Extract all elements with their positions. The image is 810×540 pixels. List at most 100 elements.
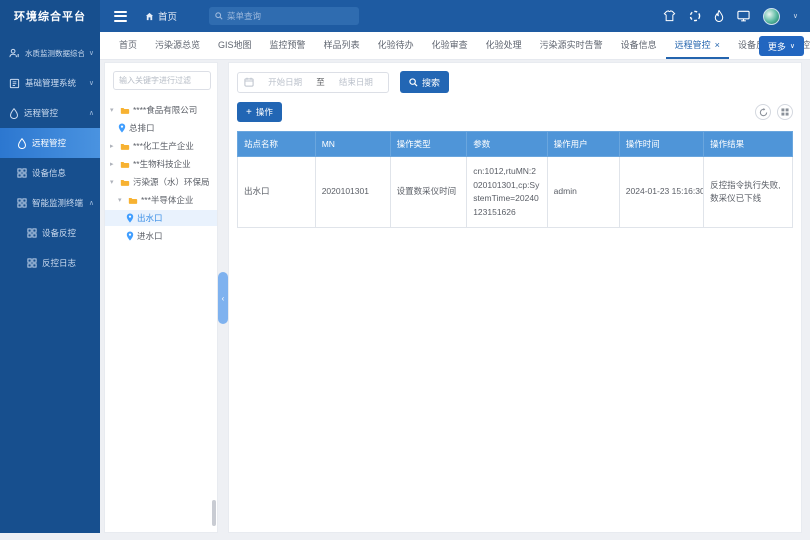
tree-node-inflow[interactable]: 进水口 xyxy=(105,228,217,244)
caret-right-icon[interactable]: ▸ xyxy=(110,142,117,150)
collapse-left-icon: ‹ xyxy=(222,294,225,303)
map-pin-icon xyxy=(126,213,134,223)
tree-node-semiconductor[interactable]: ▾ ***半导体企业 xyxy=(105,192,217,208)
tree-node-label: ***半导体企业 xyxy=(141,194,193,206)
column-settings-icon xyxy=(781,108,789,116)
start-date-input[interactable]: 开始日期 xyxy=(259,76,311,88)
tree-node-label: 出水口 xyxy=(137,212,163,224)
droplet-icon xyxy=(17,138,27,149)
tab-remote-control-active[interactable]: 远程管控× xyxy=(666,32,729,59)
tree-node-outlet[interactable]: 总排口 xyxy=(105,120,217,136)
tree-filter-input[interactable] xyxy=(113,71,211,90)
close-tab-icon[interactable]: × xyxy=(715,40,720,50)
top-header-bar: 环境综合平台 首页 菜单查询 ∨ xyxy=(0,0,810,32)
folder-icon xyxy=(120,142,130,151)
cell-operation-result: 反控指令执行失败,数采仪已下线 xyxy=(704,157,793,228)
tree-node-label: 污染源（水）环保局 xyxy=(133,176,210,188)
user-menu-chevron-icon[interactable]: ∨ xyxy=(793,12,798,20)
tree-node-bio-company[interactable]: ▸ **生物科技企业 xyxy=(105,156,217,172)
col-operation-type: 操作类型 xyxy=(390,132,467,157)
column-settings-button[interactable] xyxy=(777,104,793,120)
home-shortcut[interactable]: 首页 xyxy=(145,9,177,23)
search-button[interactable]: 搜索 xyxy=(400,71,449,93)
more-tabs-button[interactable]: 更多 ∨ xyxy=(759,36,804,56)
sidebar-item-water-analysis[interactable]: 水质监测数据综合分析 ∨ xyxy=(0,38,100,68)
tree-node-company[interactable]: ▾ ****食品有限公司 xyxy=(105,102,217,118)
tab-pollution-overview[interactable]: 污染源总览 xyxy=(146,32,209,59)
sidebar-item-remote-control-group[interactable]: 远程管控 ∧ xyxy=(0,98,100,128)
tab-lab-todo[interactable]: 化验待办 xyxy=(369,32,423,59)
menu-search-input[interactable]: 菜单查询 xyxy=(209,7,359,25)
cell-params: cn:1012,rtuMN:2020101301,cp:SystemTime=2… xyxy=(467,157,547,228)
tree-node-label: ***化工生产企业 xyxy=(133,140,194,152)
date-range-separator: 至 xyxy=(316,76,325,88)
main-content-panel: 开始日期 至 结束日期 搜索 + 操作 xyxy=(228,62,802,533)
sidebar-item-label: 反控日志 xyxy=(42,257,94,269)
sidebar-item-label: 远程管控 xyxy=(32,137,94,149)
tab-home[interactable]: 首页 xyxy=(110,32,146,59)
panel-collapse-handle[interactable]: ‹ xyxy=(218,272,228,324)
home-label: 首页 xyxy=(158,9,177,23)
tab-realtime-alarm[interactable]: 污染源实时告警 xyxy=(531,32,612,59)
theme-shirt-icon[interactable] xyxy=(663,10,676,22)
tree-node-label: 进水口 xyxy=(137,230,163,242)
tree-scrollbar[interactable] xyxy=(212,500,216,526)
analysis-icon xyxy=(9,48,20,59)
tab-sample-list[interactable]: 样品列表 xyxy=(315,32,369,59)
sidebar-item-label: 远程管控 xyxy=(24,107,84,119)
operate-button[interactable]: + 操作 xyxy=(237,102,282,122)
folder-icon xyxy=(120,178,130,187)
col-site-name: 站点名称 xyxy=(238,132,316,157)
cell-operator: admin xyxy=(547,157,619,228)
tab-lab-review[interactable]: 化验审查 xyxy=(423,32,477,59)
chevron-down-icon: ∨ xyxy=(790,42,795,50)
tab-monitor-warning[interactable]: 监控预警 xyxy=(261,32,315,59)
sidebar-item-device-reverse[interactable]: 设备反控 xyxy=(0,218,100,248)
sidebar-item-remote-control[interactable]: 远程管控 xyxy=(0,128,100,158)
col-mn: MN xyxy=(315,132,390,157)
sidebar-item-smart-terminal[interactable]: 智能监测终端 ∧ xyxy=(0,188,100,218)
sidebar-item-label: 设备反控 xyxy=(42,227,94,239)
caret-down-icon[interactable]: ▾ xyxy=(110,106,117,114)
user-avatar[interactable] xyxy=(763,8,780,25)
table-row[interactable]: 出水口 2020101301 设置数采仪时间 cn:1012,rtuMN:202… xyxy=(238,157,793,228)
sidebar-item-label: 设备信息 xyxy=(32,167,94,179)
flame-icon[interactable] xyxy=(714,10,724,22)
grid-icon xyxy=(27,258,37,268)
table-header-row: 站点名称 MN 操作类型 参数 操作用户 操作时间 操作结果 xyxy=(238,132,793,157)
col-operation-time: 操作时间 xyxy=(619,132,703,157)
refresh-button[interactable] xyxy=(755,104,771,120)
tree-node-outflow-selected[interactable]: 出水口 xyxy=(105,210,217,226)
map-pin-icon xyxy=(118,123,126,133)
chevron-up-icon: ∧ xyxy=(89,109,94,117)
end-date-input[interactable]: 结束日期 xyxy=(330,76,382,88)
sidebar-item-reverse-log[interactable]: 反控日志 xyxy=(0,248,100,278)
sidebar-item-base-system[interactable]: 基础管理系统 ∨ xyxy=(0,68,100,98)
sidebar-item-label: 智能监测终端 xyxy=(32,197,84,209)
app-logo: 环境综合平台 xyxy=(0,0,100,32)
system-icon xyxy=(9,78,20,89)
operations-table: 站点名称 MN 操作类型 参数 操作用户 操作时间 操作结果 出水口 20201… xyxy=(237,131,793,228)
search-icon xyxy=(215,12,223,20)
caret-down-icon[interactable]: ▾ xyxy=(110,178,117,186)
caret-down-icon[interactable]: ▾ xyxy=(118,196,125,204)
tab-gis-map[interactable]: GIS地图 xyxy=(209,32,261,59)
fullscreen-icon[interactable] xyxy=(689,10,701,22)
hamburger-menu-icon[interactable] xyxy=(114,11,127,22)
col-params: 参数 xyxy=(467,132,547,157)
map-pin-icon xyxy=(126,231,134,241)
date-range-picker[interactable]: 开始日期 至 结束日期 xyxy=(237,72,389,93)
tab-lab-process[interactable]: 化验处理 xyxy=(477,32,531,59)
grid-icon xyxy=(27,228,37,238)
sidebar-item-device-info[interactable]: 设备信息 xyxy=(0,158,100,188)
calendar-icon xyxy=(244,77,254,87)
tab-device-info[interactable]: 设备信息 xyxy=(612,32,666,59)
tab-bar: 首页 污染源总览 GIS地图 监控预警 样品列表 化验待办 化验审查 化验处理 … xyxy=(100,32,810,60)
tree-node-epa-bureau[interactable]: ▾ 污染源（水）环保局 xyxy=(105,174,217,190)
folder-icon xyxy=(128,196,138,205)
tree-node-label: 总排口 xyxy=(129,122,155,134)
tree-node-chem-company[interactable]: ▸ ***化工生产企业 xyxy=(105,138,217,154)
caret-right-icon[interactable]: ▸ xyxy=(110,160,117,168)
home-icon xyxy=(145,12,154,21)
monitor-icon[interactable] xyxy=(737,10,750,22)
